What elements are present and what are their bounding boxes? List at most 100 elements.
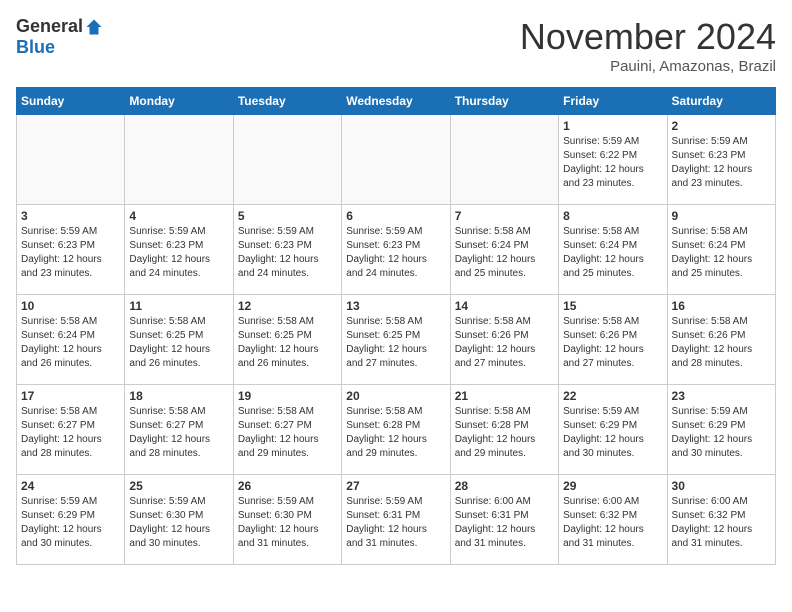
day-info: Sunrise: 5:58 AM Sunset: 6:26 PM Dayligh…: [672, 315, 771, 371]
day-info: Sunrise: 5:58 AM Sunset: 6:27 PM Dayligh…: [21, 405, 120, 461]
day-info: Sunrise: 5:59 AM Sunset: 6:29 PM Dayligh…: [672, 405, 771, 461]
day-number: 15: [563, 299, 662, 313]
calendar-cell: 16 Sunrise: 5:58 AM Sunset: 6:26 PM Dayli…: [667, 295, 775, 385]
day-info: Sunrise: 5:58 AM Sunset: 6:24 PM Dayligh…: [21, 315, 120, 371]
calendar-cell: 1 Sunrise: 5:59 AM Sunset: 6:22 PM Daylig…: [559, 115, 667, 205]
calendar-cell: 20 Sunrise: 5:58 AM Sunset: 6:28 PM Dayli…: [342, 385, 450, 475]
logo: General Blue: [16, 16, 103, 58]
weekday-header-friday: Friday: [559, 88, 667, 115]
calendar-cell: 15Sunrise: 5:58 AM Sunset: 6:26 PM Dayli…: [559, 295, 667, 385]
calendar-cell: 4Sunrise: 5:59 AM Sunset: 6:23 PM Daylig…: [125, 205, 233, 295]
day-info: Sunrise: 6:00 AM Sunset: 6:32 PM Dayligh…: [563, 495, 662, 551]
calendar-cell: 9Sunrise: 5:58 AM Sunset: 6:24 PM Daylig…: [667, 205, 775, 295]
day-number: 18: [129, 389, 228, 403]
day-info: Sunrise: 5:59 AM Sunset: 6:29 PM Dayligh…: [563, 405, 662, 461]
calendar-cell: 30Sunrise: 6:00 AM Sunset: 6:32 PM Dayli…: [667, 475, 775, 565]
day-info: Sunrise: 5:58 AM Sunset: 6:25 PM Dayligh…: [238, 315, 337, 371]
day-number: 10: [21, 299, 120, 313]
calendar-cell: 14 Sunrise: 5:58 AM Sunset: 6:26 PM Dayli…: [450, 295, 558, 385]
day-info: Sunrise: 6:00 AM Sunset: 6:31 PM Dayligh…: [455, 495, 554, 551]
calendar-cell: 3 Sunrise: 5:59 AM Sunset: 6:23 PM Daylig…: [17, 205, 125, 295]
calendar-cell: 7 Sunrise: 5:58 AM Sunset: 6:24 PM Daylig…: [450, 205, 558, 295]
calendar-cell: 25 Sunrise: 5:59 AM Sunset: 6:30 PM Dayli…: [125, 475, 233, 565]
day-number: 14: [455, 299, 554, 313]
weekday-header-monday: Monday: [125, 88, 233, 115]
calendar-cell: [342, 115, 450, 205]
calendar-cell: 23 Sunrise: 5:59 AM Sunset: 6:29 PM Dayli…: [667, 385, 775, 475]
day-number: 16: [672, 299, 771, 313]
calendar-cell: 10 Sunrise: 5:58 AM Sunset: 6:24 PM Dayli…: [17, 295, 125, 385]
day-number: 9: [672, 209, 771, 223]
calendar-cell: 28Sunrise: 6:00 AM Sunset: 6:31 PM Dayli…: [450, 475, 558, 565]
day-number: 17: [21, 389, 120, 403]
day-info: Sunrise: 5:59 AM Sunset: 6:29 PM Dayligh…: [21, 495, 120, 551]
day-info: Sunrise: 5:58 AM Sunset: 6:25 PM Dayligh…: [129, 315, 228, 371]
day-info: Sunrise: 5:58 AM Sunset: 6:27 PM Dayligh…: [129, 405, 228, 461]
day-number: 26: [238, 479, 337, 493]
weekday-header-wednesday: Wednesday: [342, 88, 450, 115]
day-info: Sunrise: 5:58 AM Sunset: 6:24 PM Dayligh…: [455, 225, 554, 281]
day-info: Sunrise: 5:59 AM Sunset: 6:30 PM Dayligh…: [129, 495, 228, 551]
calendar-cell: [233, 115, 341, 205]
calendar-cell: 19 Sunrise: 5:58 AM Sunset: 6:27 PM Dayli…: [233, 385, 341, 475]
day-info: Sunrise: 5:58 AM Sunset: 6:28 PM Dayligh…: [455, 405, 554, 461]
calendar-cell: [17, 115, 125, 205]
calendar-table: SundayMondayTuesdayWednesdayThursdayFrid…: [16, 87, 776, 565]
logo-blue-text: Blue: [16, 37, 55, 58]
logo-general-text: General: [16, 16, 83, 37]
calendar-week-5: 24 Sunrise: 5:59 AM Sunset: 6:29 PM Dayli…: [17, 475, 776, 565]
day-info: Sunrise: 5:58 AM Sunset: 6:24 PM Dayligh…: [563, 225, 662, 281]
calendar-cell: 27Sunrise: 5:59 AM Sunset: 6:31 PM Dayli…: [342, 475, 450, 565]
day-number: 6: [346, 209, 445, 223]
calendar-cell: 6Sunrise: 5:59 AM Sunset: 6:23 PM Daylig…: [342, 205, 450, 295]
day-number: 1: [563, 119, 662, 133]
calendar-cell: [125, 115, 233, 205]
month-title: November 2024: [520, 16, 776, 58]
calendar-week-1: 1 Sunrise: 5:59 AM Sunset: 6:22 PM Daylig…: [17, 115, 776, 205]
day-number: 11: [129, 299, 228, 313]
weekday-header-row: SundayMondayTuesdayWednesdayThursdayFrid…: [17, 88, 776, 115]
calendar-cell: 26Sunrise: 5:59 AM Sunset: 6:30 PM Dayli…: [233, 475, 341, 565]
calendar-cell: [450, 115, 558, 205]
weekday-header-sunday: Sunday: [17, 88, 125, 115]
day-number: 20: [346, 389, 445, 403]
day-number: 29: [563, 479, 662, 493]
day-number: 2: [672, 119, 771, 133]
location-subtitle: Pauini, Amazonas, Brazil: [520, 58, 776, 75]
day-number: 25: [129, 479, 228, 493]
calendar-cell: 2 Sunrise: 5:59 AM Sunset: 6:23 PM Daylig…: [667, 115, 775, 205]
page-header: General Blue November 2024 Pauini, Amazo…: [16, 16, 776, 75]
calendar-cell: 5 Sunrise: 5:59 AM Sunset: 6:23 PM Daylig…: [233, 205, 341, 295]
logo-icon: [85, 18, 103, 36]
day-number: 3: [21, 209, 120, 223]
day-number: 5: [238, 209, 337, 223]
day-info: Sunrise: 5:59 AM Sunset: 6:23 PM Dayligh…: [21, 225, 120, 281]
day-info: Sunrise: 6:00 AM Sunset: 6:32 PM Dayligh…: [672, 495, 771, 551]
day-number: 27: [346, 479, 445, 493]
calendar-week-3: 10 Sunrise: 5:58 AM Sunset: 6:24 PM Dayli…: [17, 295, 776, 385]
calendar-cell: 24 Sunrise: 5:59 AM Sunset: 6:29 PM Dayli…: [17, 475, 125, 565]
calendar-cell: 13 Sunrise: 5:58 AM Sunset: 6:25 PM Dayli…: [342, 295, 450, 385]
calendar-cell: 12 Sunrise: 5:58 AM Sunset: 6:25 PM Dayli…: [233, 295, 341, 385]
calendar-week-4: 17 Sunrise: 5:58 AM Sunset: 6:27 PM Dayli…: [17, 385, 776, 475]
day-info: Sunrise: 5:59 AM Sunset: 6:22 PM Dayligh…: [563, 135, 662, 191]
day-number: 7: [455, 209, 554, 223]
weekday-header-thursday: Thursday: [450, 88, 558, 115]
day-info: Sunrise: 5:58 AM Sunset: 6:27 PM Dayligh…: [238, 405, 337, 461]
day-info: Sunrise: 5:58 AM Sunset: 6:28 PM Dayligh…: [346, 405, 445, 461]
calendar-cell: 18 Sunrise: 5:58 AM Sunset: 6:27 PM Dayli…: [125, 385, 233, 475]
day-info: Sunrise: 5:59 AM Sunset: 6:23 PM Dayligh…: [672, 135, 771, 191]
day-info: Sunrise: 5:58 AM Sunset: 6:25 PM Dayligh…: [346, 315, 445, 371]
calendar-cell: 21 Sunrise: 5:58 AM Sunset: 6:28 PM Dayli…: [450, 385, 558, 475]
day-number: 23: [672, 389, 771, 403]
day-number: 19: [238, 389, 337, 403]
day-number: 13: [346, 299, 445, 313]
day-info: Sunrise: 5:59 AM Sunset: 6:23 PM Dayligh…: [238, 225, 337, 281]
calendar-cell: 29 Sunrise: 6:00 AM Sunset: 6:32 PM Dayli…: [559, 475, 667, 565]
day-info: Sunrise: 5:58 AM Sunset: 6:26 PM Dayligh…: [455, 315, 554, 371]
day-number: 22: [563, 389, 662, 403]
day-number: 12: [238, 299, 337, 313]
calendar-cell: 17 Sunrise: 5:58 AM Sunset: 6:27 PM Dayli…: [17, 385, 125, 475]
day-number: 21: [455, 389, 554, 403]
day-number: 24: [21, 479, 120, 493]
